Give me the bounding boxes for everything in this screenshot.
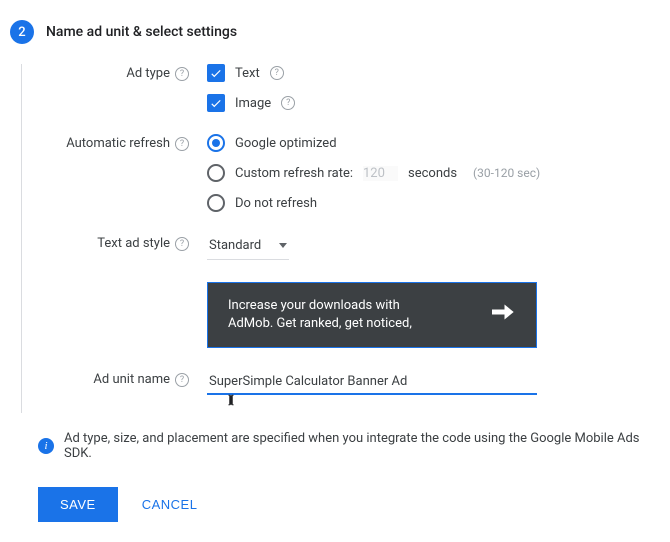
help-icon[interactable]: ? xyxy=(175,373,189,387)
radio-none-label: Do not refresh xyxy=(235,196,317,211)
text-ad-style-label: Text ad style ? xyxy=(42,234,207,251)
text-cursor-icon xyxy=(225,393,237,407)
cancel-button[interactable]: CANCEL xyxy=(136,496,204,513)
radio-do-not-refresh[interactable] xyxy=(207,194,225,212)
help-icon[interactable]: ? xyxy=(281,96,295,110)
help-icon[interactable]: ? xyxy=(175,67,189,81)
step-badge: 2 xyxy=(10,20,34,44)
checkbox-text[interactable] xyxy=(207,64,225,82)
radio-google-optimized[interactable] xyxy=(207,134,225,152)
radio-custom-prefix: Custom refresh rate: xyxy=(235,166,353,181)
checkbox-text-label: Text xyxy=(235,66,260,81)
help-icon[interactable]: ? xyxy=(175,137,189,151)
checkbox-image-label: Image xyxy=(235,96,271,111)
ad-unit-name-input[interactable] xyxy=(207,370,537,395)
section-title: Name ad unit & select settings xyxy=(46,24,237,40)
info-text: Ad type, size, and placement are specifi… xyxy=(64,431,670,461)
text-ad-style-value: Standard xyxy=(209,238,261,253)
ad-type-label: Ad type ? xyxy=(42,64,207,81)
promo-line1: Increase your downloads with xyxy=(228,297,412,315)
help-icon[interactable]: ? xyxy=(270,66,284,80)
section-header: 2 Name ad unit & select settings xyxy=(10,20,670,44)
help-icon[interactable]: ? xyxy=(175,237,189,251)
chevron-down-icon xyxy=(279,243,287,248)
promo-box: Increase your downloads with AdMob. Get … xyxy=(207,282,537,348)
radio-custom-rate[interactable] xyxy=(207,164,225,182)
auto-refresh-label: Automatic refresh ? xyxy=(42,134,207,151)
checkbox-image[interactable] xyxy=(207,94,225,112)
radio-google-label: Google optimized xyxy=(235,136,337,151)
save-button[interactable]: SAVE xyxy=(38,487,118,522)
info-icon: i xyxy=(38,438,54,454)
custom-rate-hint: (30-120 sec) xyxy=(473,166,540,180)
info-row: i Ad type, size, and placement are speci… xyxy=(38,431,670,461)
custom-rate-input[interactable] xyxy=(363,166,398,181)
radio-custom-unit: seconds xyxy=(408,166,457,181)
text-ad-style-select[interactable]: Standard xyxy=(207,234,289,260)
ad-unit-name-label: Ad unit name ? xyxy=(42,370,207,387)
arrow-right-icon[interactable] xyxy=(488,302,516,328)
promo-line2: AdMob. Get ranked, get noticed, xyxy=(228,315,412,333)
